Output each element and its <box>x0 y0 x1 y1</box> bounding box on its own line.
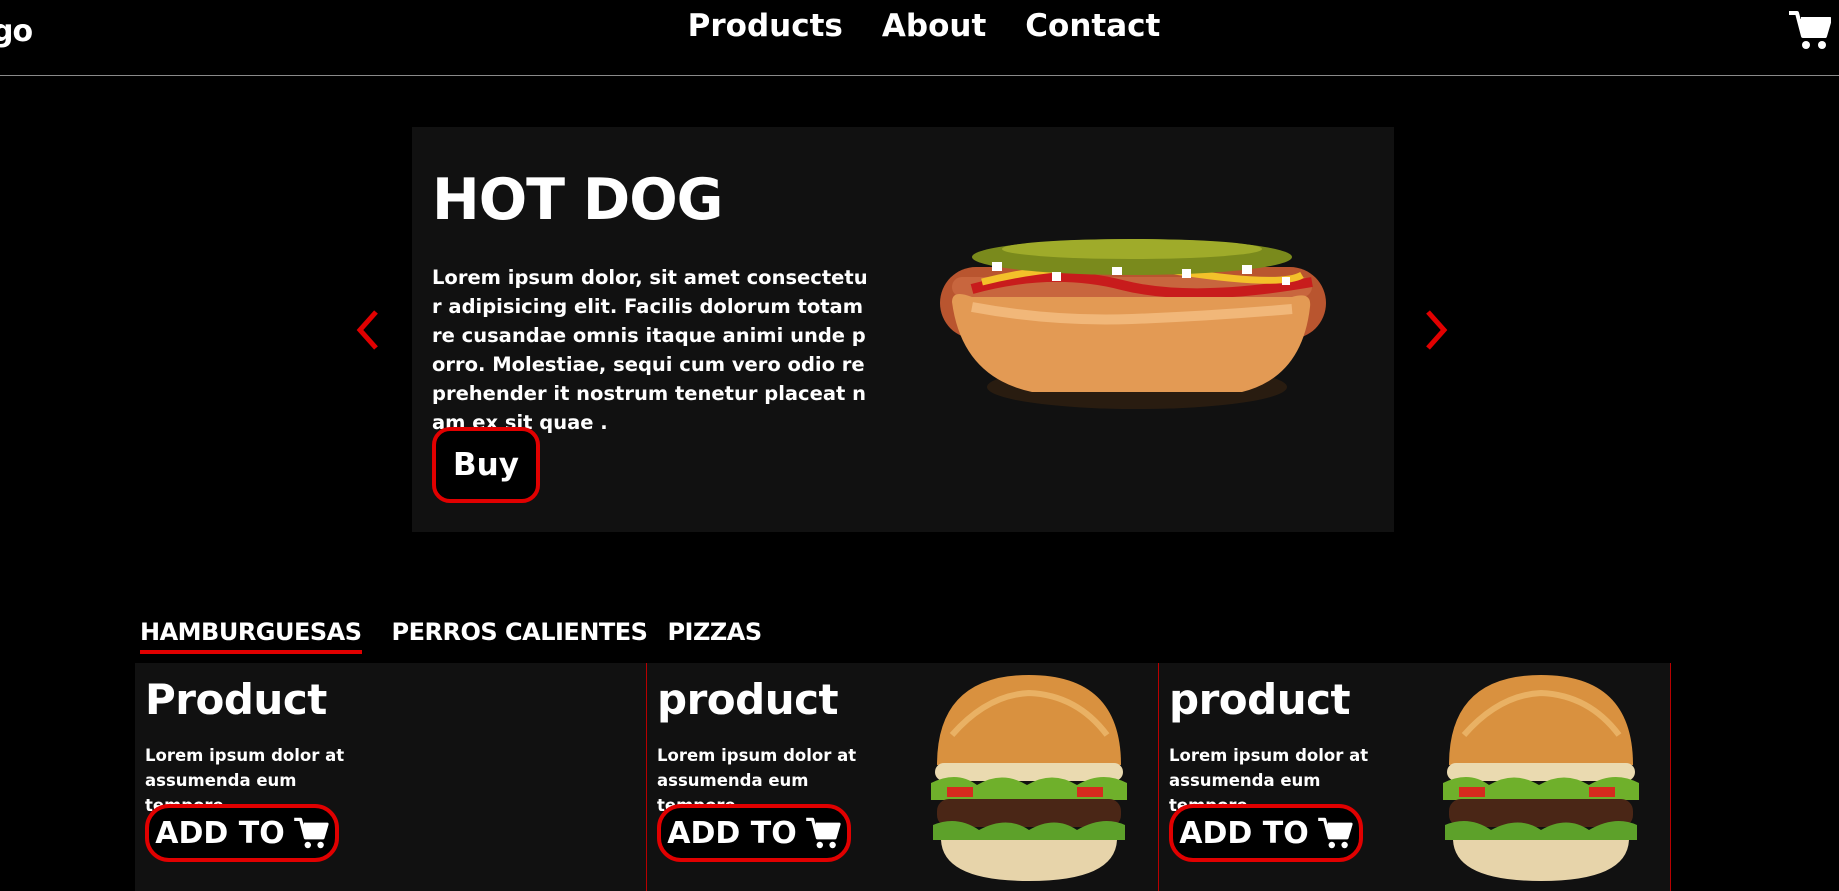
hero-title: HOT DOG <box>432 167 723 233</box>
tab-hamburguesas[interactable]: HAMBURGUESAS <box>140 618 362 654</box>
burger-image <box>1443 675 1639 881</box>
hotdog-image <box>940 239 1326 409</box>
main-nav: Products About Contact <box>0 8 1839 44</box>
product-title: product <box>1169 675 1351 724</box>
hero-carousel-slide: HOT DOG Lorem ipsum dolor, sit amet cons… <box>412 127 1394 532</box>
add-to-cart-label: ADD TO <box>1179 815 1309 851</box>
nav-products[interactable]: Products <box>679 8 843 44</box>
hero-description: Lorem ipsum dolor, sit amet consectetur … <box>432 266 868 434</box>
product-grid: Product Lorem ipsum dolor at assumenda e… <box>135 663 1671 891</box>
tab-perros-calientes[interactable]: PERROS CALIENTES <box>392 618 648 654</box>
product-card: product Lorem ipsum dolor at assumenda e… <box>647 663 1159 891</box>
top-header: go Products About Contact <box>0 0 1839 76</box>
product-card: product Lorem ipsum dolor at assumenda e… <box>1159 663 1671 891</box>
chevron-left-icon[interactable] <box>354 308 380 352</box>
cart-icon[interactable] <box>1789 10 1831 50</box>
product-title: product <box>657 675 839 724</box>
add-to-cart-button[interactable]: ADD TO <box>145 804 339 862</box>
add-to-cart-label: ADD TO <box>155 815 285 851</box>
cart-icon <box>805 817 841 849</box>
chevron-right-icon[interactable] <box>1424 308 1450 352</box>
tab-pizzas[interactable]: PIZZAS <box>667 618 762 654</box>
cart-icon <box>293 817 329 849</box>
add-to-cart-button[interactable]: ADD TO <box>1169 804 1363 862</box>
buy-button[interactable]: Buy <box>432 427 540 503</box>
category-tabs: HAMBURGUESAS PERROS CALIENTES PIZZAS <box>140 618 792 654</box>
nav-about[interactable]: About <box>873 8 986 44</box>
burger-image <box>931 675 1127 881</box>
product-card: Product Lorem ipsum dolor at assumenda e… <box>135 663 647 891</box>
nav-contact[interactable]: Contact <box>1016 8 1160 44</box>
product-title: Product <box>145 675 327 724</box>
add-to-cart-button[interactable]: ADD TO <box>657 804 851 862</box>
cart-icon <box>1317 817 1353 849</box>
add-to-cart-label: ADD TO <box>667 815 797 851</box>
